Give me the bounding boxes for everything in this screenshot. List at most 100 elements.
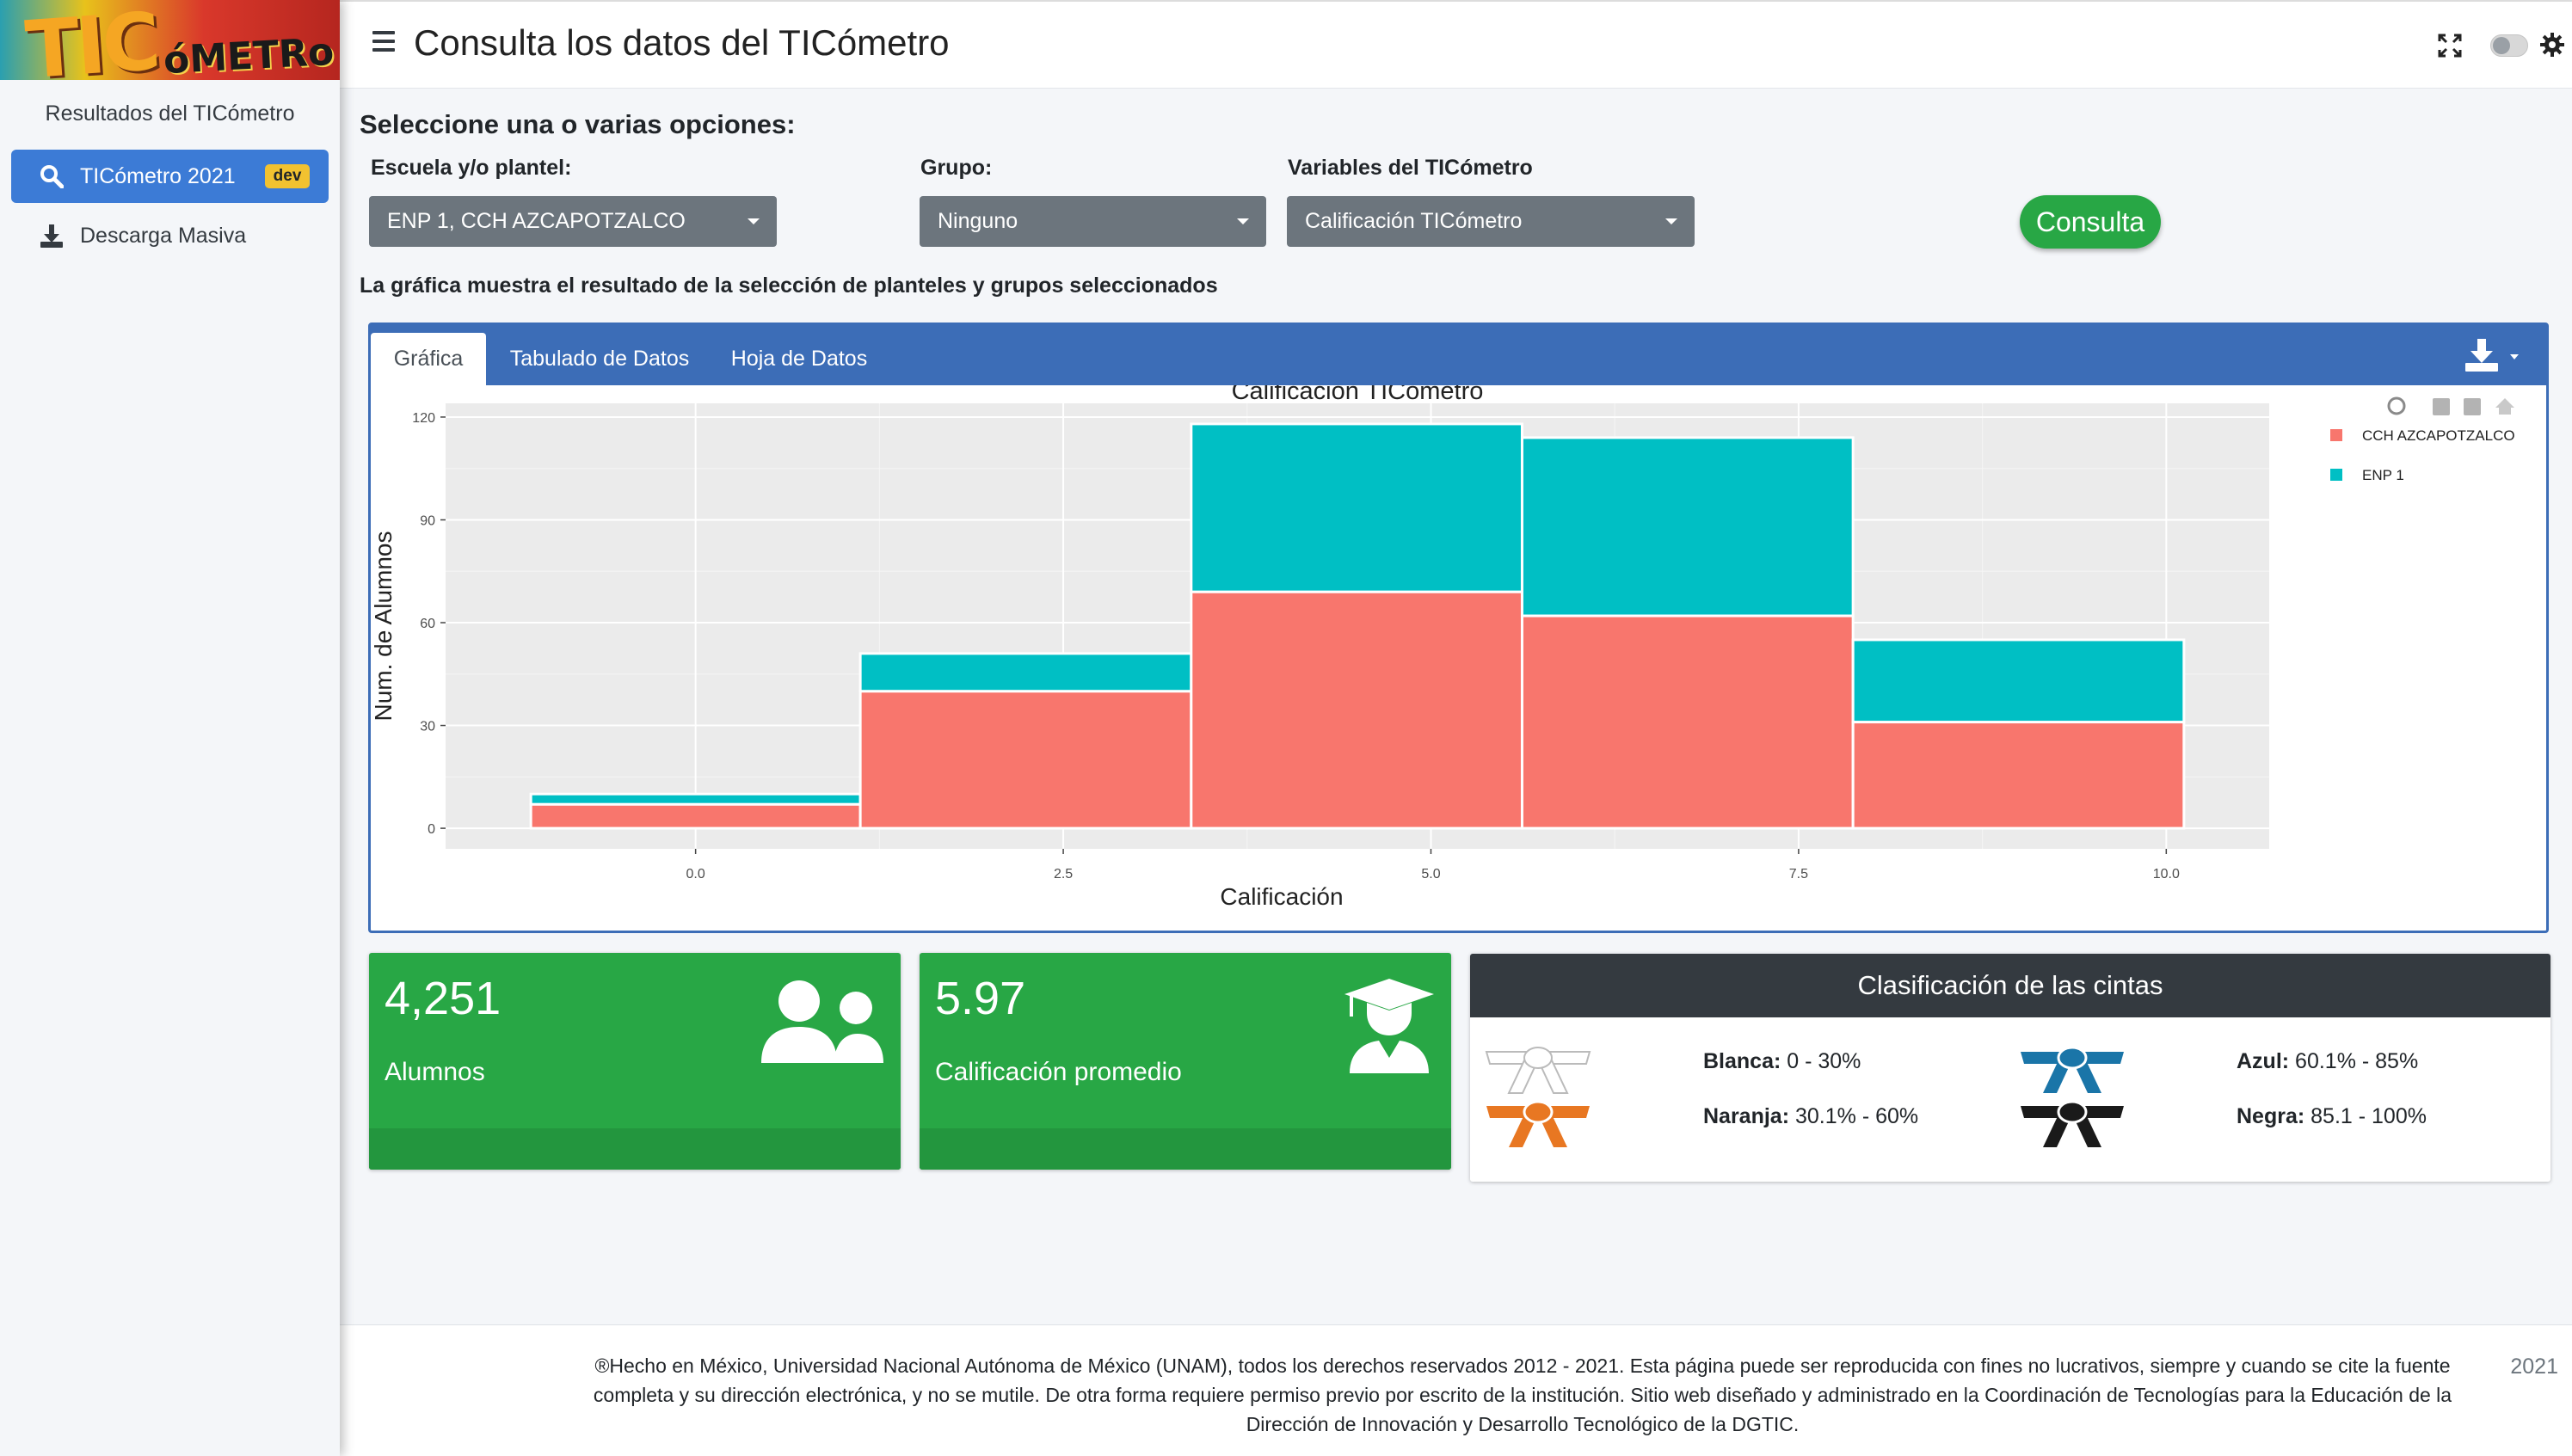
- belts-classification-card: Clasificación de las cintas Blanca: 0 - …: [1470, 954, 2550, 1182]
- histogram-chart: Calificación TICómetro 0.0 2.5 5.0 7.5 10.0 0 3…: [371, 385, 2515, 910]
- belt-name: Negra:: [2237, 1104, 2305, 1128]
- calificacion-promedio-stat-box: 5.97 Calificación promedio: [920, 953, 1451, 1170]
- y-tick-label: 0: [428, 822, 435, 837]
- chart-note: La gráfica muestra el resultado de la se…: [360, 273, 1218, 298]
- graduate-icon: [1344, 977, 1434, 1078]
- sidebar: TIC óMETRo Resultados del TICómetro TICó…: [0, 0, 340, 1456]
- black-belt-icon: [2019, 1099, 2126, 1151]
- dev-badge: dev: [264, 164, 311, 188]
- tab-grafica[interactable]: Gráfica: [371, 333, 486, 385]
- bar-enp-1: [1190, 422, 1523, 593]
- x-tick-label: 10.0: [2153, 867, 2180, 882]
- bar-enp-1: [858, 652, 1193, 693]
- stat-box-footer: [369, 1128, 901, 1170]
- logo-text-small: óMETRo: [162, 29, 335, 80]
- hamburger-menu-icon[interactable]: [372, 31, 395, 57]
- belt-name: Naranja:: [1703, 1104, 1790, 1128]
- consulta-button[interactable]: Consulta: [2020, 195, 2161, 249]
- y-tick-label: 30: [420, 720, 435, 734]
- sidebar-title: Resultados del TICómetro: [45, 101, 295, 126]
- zoom-icon: [2387, 396, 2406, 415]
- alumnos-label: Alumnos: [385, 1058, 485, 1086]
- chart-title: Calificación TICómetro: [1232, 385, 1484, 405]
- zoom-in-icon: [2433, 398, 2450, 415]
- escuela-label: Escuela y/o plantel:: [371, 156, 572, 180]
- alumnos-stat-box: 4,251 Alumnos: [369, 953, 901, 1170]
- belt-naranja-label: Naranja: 30.1% - 60%: [1703, 1104, 1918, 1129]
- bar-enp-1: [1520, 436, 1855, 617]
- chart-card: Gráfica Tabulado de Datos Hoja de Datos …: [368, 323, 2549, 933]
- y-tick-label: 120: [412, 411, 435, 426]
- x-axis-title: Calificación: [1220, 883, 1343, 910]
- logo-text-big: TIC: [22, 0, 161, 80]
- bar-cch-azcapotzalco: [1190, 590, 1523, 830]
- y-tick-label: 90: [420, 513, 435, 528]
- belt-range: 60.1% - 85%: [2289, 1049, 2419, 1073]
- bar-enp-1: [1851, 638, 2186, 724]
- page-footer: ®Hecho en México, Universidad Nacional A…: [340, 1324, 2572, 1456]
- dark-mode-toggle[interactable]: [2490, 34, 2528, 57]
- sidebar-item-label: TICómetro 2021: [80, 163, 236, 188]
- grupo-select-value: Ninguno: [938, 209, 1018, 233]
- y-tick-label: 60: [420, 617, 435, 631]
- orange-belt-icon: [1485, 1099, 1591, 1151]
- belt-range: 85.1 - 100%: [2304, 1104, 2427, 1128]
- belt-azul-label: Azul: 60.1% - 85%: [2237, 1049, 2418, 1074]
- page-title: Consulta los datos del TICómetro: [414, 22, 950, 63]
- legend-label: ENP 1: [2362, 467, 2404, 483]
- belts-title: Clasificación de las cintas: [1470, 954, 2550, 1017]
- bar-cch-azcapotzalco: [1851, 721, 2186, 830]
- sidebar-item-label: Descarga Masiva: [80, 223, 247, 248]
- x-tick-label: 0.0: [686, 867, 705, 882]
- chevron-down-icon: [748, 218, 760, 224]
- legend-swatch: [2330, 429, 2342, 441]
- ticometro-logo[interactable]: TIC óMETRo: [0, 0, 340, 80]
- bar-enp-1: [529, 792, 862, 806]
- search-icon: [37, 162, 66, 191]
- belt-range: 30.1% - 60%: [1789, 1104, 1919, 1128]
- bar-cch-azcapotzalco: [858, 690, 1193, 830]
- belt-name: Blanca:: [1703, 1049, 1781, 1073]
- chevron-down-icon: [1237, 218, 1249, 224]
- x-tick-label: 5.0: [1421, 867, 1440, 882]
- legend-swatch: [2330, 469, 2342, 481]
- footer-year: 2021: [2510, 1355, 2558, 1379]
- variables-select-value: Calificación TICómetro: [1305, 209, 1523, 233]
- gear-icon[interactable]: [2538, 31, 2566, 58]
- variables-label: Variables del TICómetro: [1288, 156, 1533, 180]
- zoom-out-icon: [2464, 398, 2481, 415]
- download-icon: [37, 221, 66, 250]
- users-icon: [761, 977, 883, 1071]
- belt-negra-label: Negra: 85.1 - 100%: [2237, 1104, 2427, 1129]
- x-tick-label: 2.5: [1054, 867, 1073, 882]
- x-tick-label: 7.5: [1789, 867, 1808, 882]
- stat-box-footer: [920, 1128, 1451, 1170]
- home-icon: [2495, 398, 2514, 415]
- footer-copyright-text: ®Hecho en México, Universidad Nacional A…: [593, 1355, 2452, 1435]
- sidebar-item-ticometro-2021[interactable]: TICómetro 2021 dev: [11, 150, 329, 203]
- tab-bar: Gráfica Tabulado de Datos Hoja de Datos: [371, 325, 2546, 385]
- calificacion-promedio-label: Calificación promedio: [935, 1058, 1182, 1086]
- belt-name: Azul:: [2237, 1049, 2290, 1073]
- bar-cch-azcapotzalco: [529, 802, 862, 830]
- legend-label: CCH AZCAPOTZALCO: [2362, 427, 2515, 444]
- tab-tabulado-de-datos[interactable]: Tabulado de Datos: [486, 333, 713, 385]
- escuela-select[interactable]: ENP 1, CCH AZCAPOTZALCO: [369, 196, 777, 247]
- alumnos-count: 4,251: [385, 973, 501, 1024]
- variables-select[interactable]: Calificación TICómetro: [1287, 196, 1695, 247]
- belt-blanca-label: Blanca: 0 - 30%: [1703, 1049, 1861, 1074]
- form-title: Seleccione una o varias opciones:: [360, 109, 796, 139]
- fullscreen-expand-icon[interactable]: [2437, 33, 2463, 58]
- download-dropdown-icon[interactable]: [2460, 337, 2526, 375]
- calificacion-promedio-value: 5.97: [935, 973, 1026, 1024]
- sidebar-item-descarga-masiva[interactable]: Descarga Masiva: [11, 209, 329, 262]
- belt-range: 0 - 30%: [1781, 1049, 1861, 1073]
- chevron-down-icon: [1665, 218, 1677, 224]
- escuela-select-value: ENP 1, CCH AZCAPOTZALCO: [387, 209, 686, 233]
- tab-hoja-de-datos[interactable]: Hoja de Datos: [713, 333, 885, 385]
- grupo-select[interactable]: Ninguno: [920, 196, 1266, 247]
- blue-belt-icon: [2019, 1045, 2126, 1097]
- grupo-label: Grupo:: [920, 156, 993, 180]
- y-axis-title: Num. de Alumnos: [371, 531, 397, 722]
- white-belt-icon: [1485, 1045, 1591, 1097]
